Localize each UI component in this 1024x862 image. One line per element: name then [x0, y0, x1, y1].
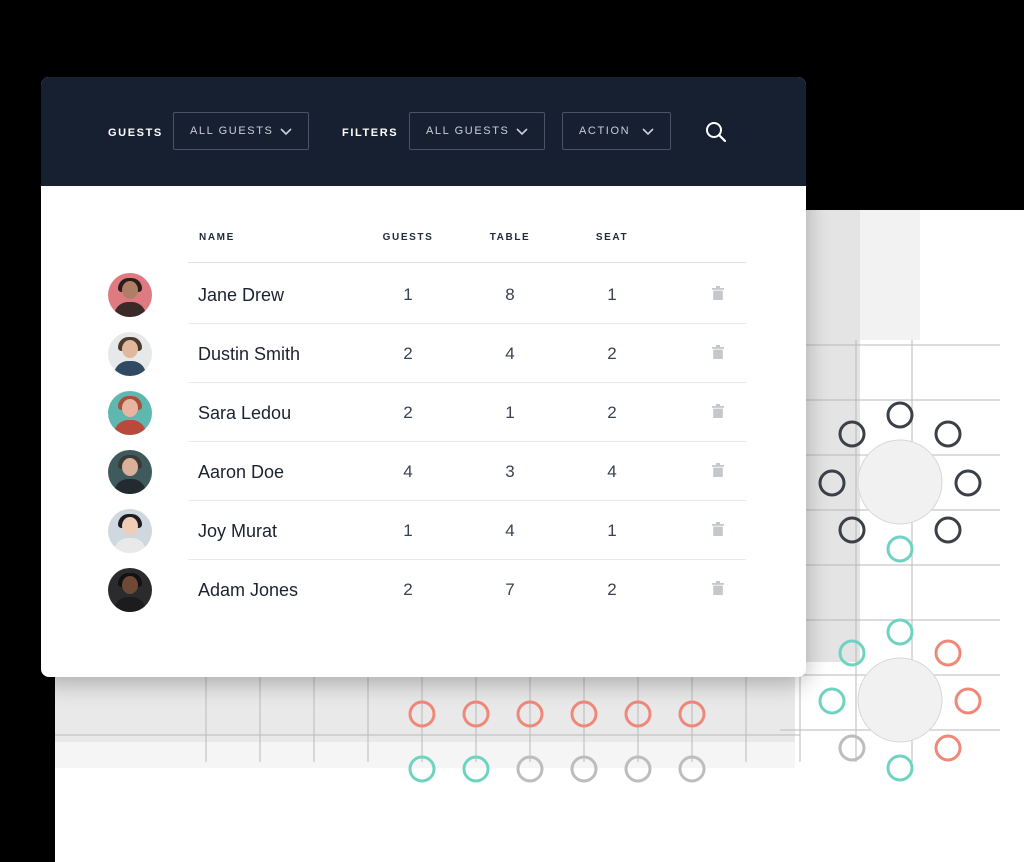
guest-name: Sara Ledou [198, 403, 292, 423]
table-number: 8 [505, 285, 515, 304]
seat-number: 1 [607, 521, 617, 540]
filters-label: FILTERS [342, 127, 399, 139]
action-dropdown[interactable]: ACTION [562, 112, 671, 150]
guest-name: Jane Drew [198, 285, 285, 305]
round-table [857, 439, 943, 525]
guest-list-card: GUESTS ALL GUESTS FILTERS ALL GUESTS ACT… [41, 77, 806, 677]
guest-count: 2 [403, 580, 413, 599]
avatar [108, 273, 152, 317]
guests-label: GUESTS [108, 127, 163, 139]
seat-number: 4 [607, 462, 617, 481]
avatar [108, 391, 152, 435]
guest-count: 1 [403, 521, 413, 540]
filters-dropdown[interactable]: ALL GUESTS [409, 112, 545, 150]
column-header-seat: SEAT [595, 232, 629, 243]
avatar [108, 450, 152, 494]
toolbar: GUESTS ALL GUESTS FILTERS ALL GUESTS ACT… [41, 77, 806, 186]
table-number: 4 [505, 344, 515, 363]
table-row[interactable]: Sara Ledou 2 1 2 [41, 384, 806, 442]
guest-count: 2 [403, 344, 413, 363]
trash-icon[interactable] [712, 345, 724, 359]
column-header-name: NAME [199, 232, 235, 243]
column-header-table: TABLE [489, 232, 531, 243]
filters-dropdown-value: ALL GUESTS [426, 125, 510, 137]
avatar [108, 568, 152, 612]
guest-name: Adam Jones [198, 580, 299, 600]
row-divider [188, 323, 746, 324]
trash-icon[interactable] [712, 404, 724, 418]
row-divider [188, 382, 746, 383]
seat-number: 1 [607, 285, 617, 304]
header-divider [188, 262, 746, 263]
seat-number: 2 [607, 580, 617, 599]
trash-icon[interactable] [712, 581, 724, 595]
action-dropdown-value: ACTION [579, 125, 631, 137]
guest-name: Aaron Doe [198, 462, 285, 482]
round-table [857, 657, 943, 743]
table-row[interactable]: Dustin Smith 2 4 2 [41, 325, 806, 383]
table-number: 3 [505, 462, 515, 481]
table-number: 1 [505, 403, 515, 422]
seat-number: 2 [607, 344, 617, 363]
search-icon[interactable] [704, 120, 728, 144]
guest-name: Dustin Smith [198, 344, 301, 364]
avatar [108, 332, 152, 376]
guests-dropdown-value: ALL GUESTS [190, 125, 274, 137]
column-header-guests: GUESTS [382, 232, 434, 243]
table-row[interactable]: Joy Murat 1 4 1 [41, 502, 806, 560]
guest-count: 1 [403, 285, 413, 304]
table-row[interactable]: Jane Drew 1 8 1 [41, 266, 806, 324]
seat-number: 2 [607, 403, 617, 422]
table-row[interactable]: Adam Jones 2 7 2 [41, 561, 806, 619]
row-divider [188, 441, 746, 442]
guest-count: 2 [403, 403, 413, 422]
table-number: 7 [505, 580, 515, 599]
guest-count: 4 [403, 462, 413, 481]
row-divider [188, 500, 746, 501]
chevron-down-icon [280, 128, 292, 136]
chevron-down-icon [516, 128, 528, 136]
guests-dropdown[interactable]: ALL GUESTS [173, 112, 309, 150]
guest-name: Joy Murat [198, 521, 278, 541]
row-divider [188, 559, 746, 560]
table-row[interactable]: Aaron Doe 4 3 4 [41, 443, 806, 501]
trash-icon[interactable] [712, 463, 724, 477]
avatar [108, 509, 152, 553]
trash-icon[interactable] [712, 522, 724, 536]
trash-icon[interactable] [712, 286, 724, 300]
chevron-down-icon [642, 128, 654, 136]
table-number: 4 [505, 521, 515, 540]
